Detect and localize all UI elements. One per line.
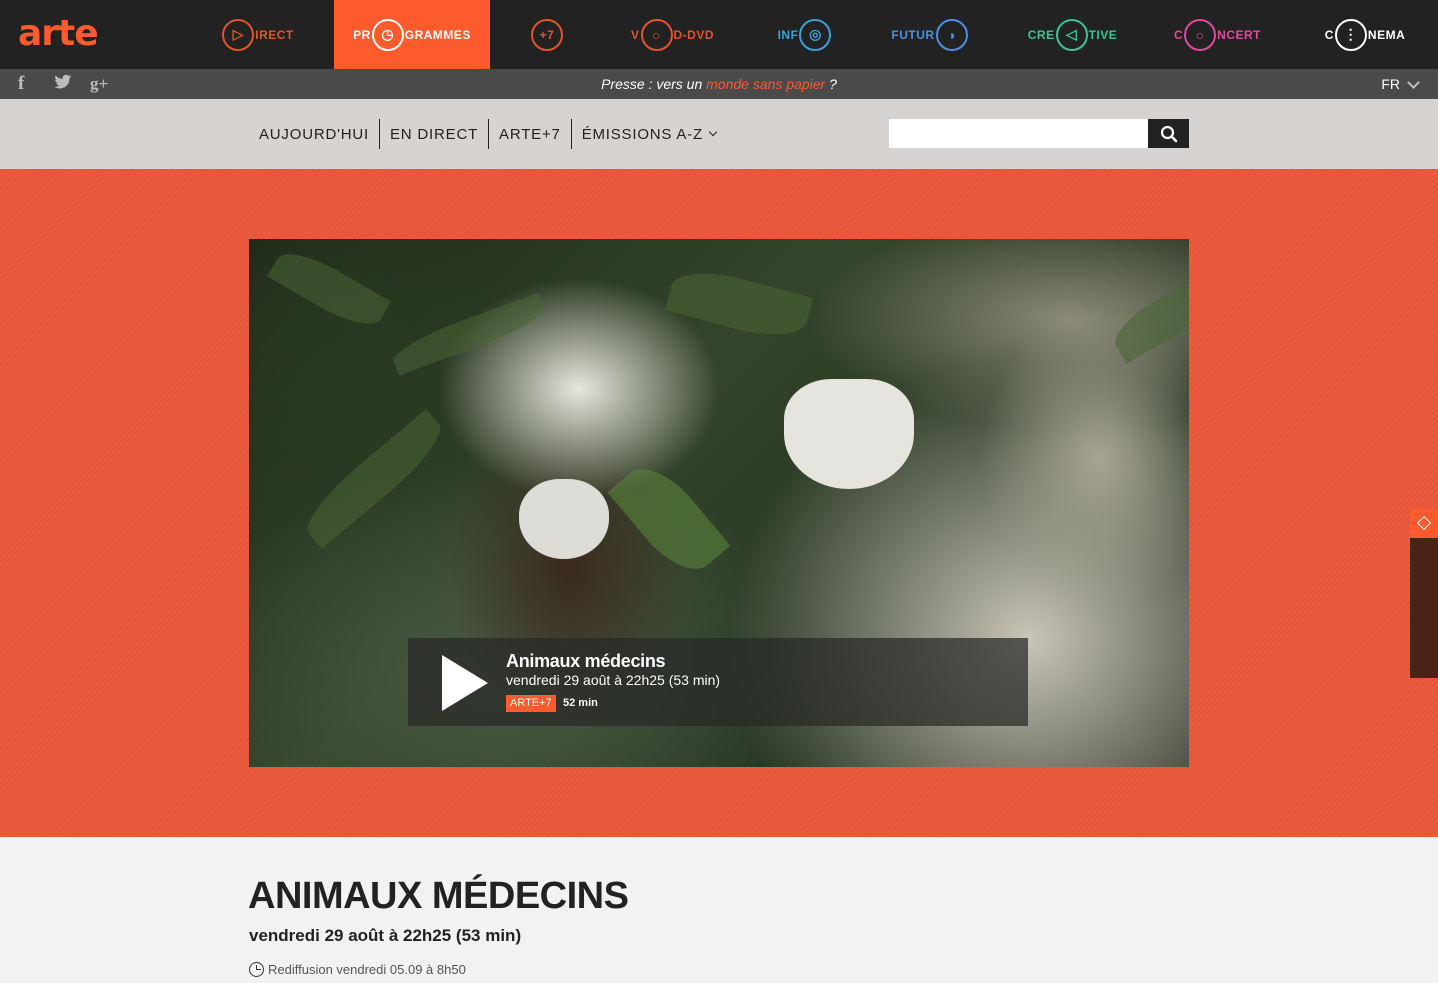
cinema-icon: ⋮ — [1334, 18, 1367, 51]
nav-vod-dvd[interactable]: V ○ D-DVD — [610, 0, 735, 69]
concert-icon: ○ — [1184, 18, 1217, 51]
video-datetime: vendredi 29 août à 22h25 (53 min) — [506, 672, 721, 688]
language-selector[interactable]: FR — [1381, 76, 1400, 92]
nav-creative[interactable]: CRE ◁ TIVE — [1015, 0, 1130, 69]
disc-icon: ○ — [640, 18, 673, 51]
video-info-overlay[interactable]: Animaux médecins vendredi 29 août à 22h2… — [408, 638, 1028, 726]
triangle-icon: ◁ — [1055, 18, 1088, 51]
video-title: Animaux médecins — [506, 651, 666, 671]
search-icon — [1160, 125, 1178, 143]
arte7-badge: ARTE+7 — [506, 695, 556, 712]
program-nav: AUJOURD'HUI EN DIRECT ARTE+7 ÉMISSIONS A… — [0, 99, 1438, 169]
play-icon[interactable] — [442, 655, 488, 711]
clock-icon: ◷ — [371, 18, 404, 51]
foliage — [1106, 274, 1189, 364]
press-link[interactable]: monde sans papier — [706, 76, 825, 92]
nav-cinema[interactable]: C ⋮ NEMA — [1310, 0, 1420, 69]
mask-left — [519, 479, 609, 559]
foliage — [296, 409, 452, 549]
foliage — [607, 453, 731, 585]
side-toggle-button[interactable] — [1410, 509, 1438, 538]
play-icon: ▷ — [222, 18, 255, 51]
nav-info[interactable]: INF ◎ — [760, 0, 850, 69]
subnav-emissions[interactable]: ÉMISSIONS A-Z — [570, 119, 726, 149]
expand-icon — [1416, 515, 1432, 531]
press-banner: Presse : vers un monde sans papier ? — [601, 76, 837, 92]
subnav-arte7[interactable]: ARTE+7 — [488, 119, 571, 149]
broadcast-datetime: vendredi 29 août à 22h25 (53 min) — [249, 926, 522, 945]
arte-logo[interactable]: arte — [18, 12, 99, 56]
clock-icon — [249, 962, 264, 977]
social-bar: f g+ Presse : vers un monde sans papier … — [0, 69, 1438, 99]
plus7-icon: +7 — [531, 18, 563, 51]
side-panel[interactable] — [1410, 538, 1438, 678]
target-icon: ◎ — [799, 18, 832, 51]
search-input[interactable] — [889, 119, 1148, 148]
hero-section: Animaux médecins vendredi 29 août à 22h2… — [0, 169, 1438, 837]
search-button[interactable] — [1148, 119, 1189, 148]
top-bar: arte ▷ IRECT PR ◷ GRAMMES +7 V ○ D-DVD INF ◎ F… — [0, 0, 1438, 69]
nav-plus7[interactable]: +7 — [515, 0, 579, 69]
foliage — [388, 292, 550, 376]
nav-direct[interactable]: ▷ IRECT — [200, 0, 315, 69]
future-icon: ◑ — [935, 18, 968, 51]
foliage — [664, 261, 814, 347]
nav-concert[interactable]: C ○ NCERT — [1160, 0, 1275, 69]
program-nav-items: AUJOURD'HUI EN DIRECT ARTE+7 ÉMISSIONS A… — [249, 119, 726, 149]
video-duration: 52 min — [563, 697, 598, 709]
foliage — [267, 241, 391, 337]
subnav-live[interactable]: EN DIRECT — [379, 119, 488, 149]
nav-programmes[interactable]: PR ◷ GRAMMES — [334, 0, 490, 69]
nav-future[interactable]: FUTUR ◑ — [880, 0, 980, 69]
rerun-info: Rediffusion vendredi 05.09 à 8h50 — [249, 962, 466, 977]
chevron-down-icon — [708, 127, 718, 137]
subnav-today[interactable]: AUJOURD'HUI — [249, 119, 379, 149]
video-player[interactable]: Animaux médecins vendredi 29 août à 22h2… — [249, 239, 1189, 767]
page-title: ANIMAUX MÉDECINS — [248, 875, 629, 917]
mask-right — [784, 379, 914, 489]
